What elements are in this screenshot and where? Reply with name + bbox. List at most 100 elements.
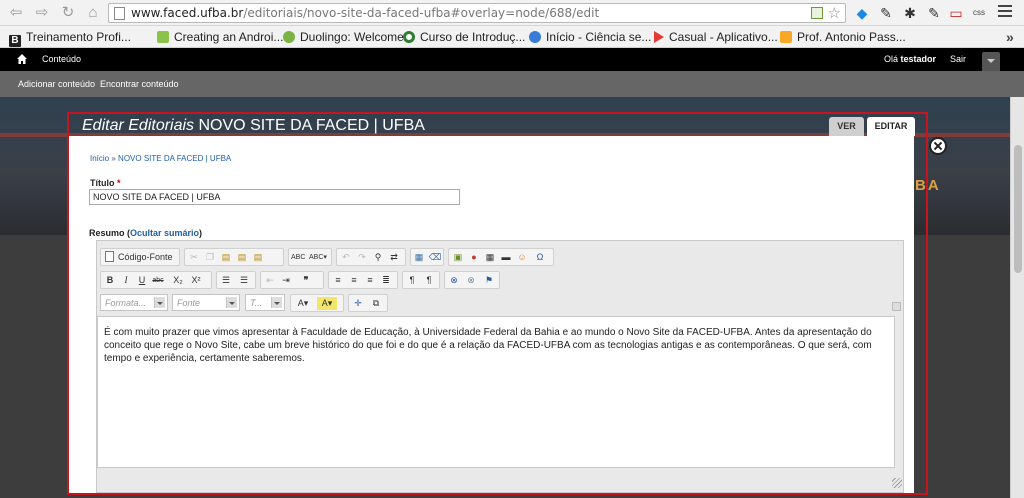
extension-drop-icon[interactable]: ◆ [853,4,871,22]
align-left-icon[interactable]: ≡ [331,274,345,287]
bug-icon[interactable]: ✱ [901,4,919,22]
address-bar[interactable]: www.faced.ufba.br/editoriais/novo-site-d… [108,3,846,23]
bold-button[interactable]: B [103,274,117,287]
spellcheck-dropdown-icon[interactable]: ABC▾ [309,251,327,264]
source-button[interactable]: Código-Fonte [105,251,173,262]
link-icon[interactable]: ⊗ [447,274,461,287]
blockquote-icon[interactable]: ❞ [299,274,313,287]
browser-toolbar: ⇦ ⇨ ↻ ⌂ www.faced.ufba.br/editoriais/nov… [0,0,1024,26]
undo-icon[interactable]: ↶ [339,251,353,264]
drawer-toggle-button[interactable] [982,52,1000,71]
rtl-icon[interactable]: ¶ [422,274,436,287]
bulleted-list-icon[interactable]: ☰ [237,274,251,287]
paste-text-icon[interactable]: ▤ [235,251,249,264]
home-icon[interactable]: ⌂ [83,3,103,23]
back-arrow-icon[interactable]: ⇦ [6,3,26,23]
bookmark-item[interactable]: Casual - Aplicativo... [654,29,778,45]
collapse-toolbar-button[interactable] [892,302,901,311]
paste-icon[interactable]: ▤ [219,251,233,264]
breadcrumb: Início » NOVO SITE DA FACED | UFBA [90,154,231,163]
user-greeting[interactable]: Olá testador [884,54,936,64]
bookmark-item[interactable]: B Treinamento Profi... [9,29,131,47]
font-select[interactable]: Fonte [172,294,240,311]
scrollbar-thumb[interactable] [1014,145,1022,273]
content-menu-link[interactable]: Conteúdo [42,54,81,64]
logout-link[interactable]: Sair [950,54,966,64]
bookmark-item[interactable]: Duolingo: Welcome [283,29,404,45]
eyedropper-icon[interactable]: ✎ [877,4,895,22]
align-justify-icon[interactable]: ≣ [379,274,393,287]
forward-arrow-icon[interactable]: ⇨ [32,3,52,23]
breadcrumb-separator: » [111,154,116,163]
format-select[interactable]: Formata... [100,294,168,311]
bookmark-item[interactable]: Prof. Antonio Pass... [780,29,906,45]
title-field-label: Título * [90,178,121,188]
special-char-icon[interactable]: Ω [533,251,547,264]
play-icon [654,31,664,43]
superscript-button[interactable]: X² [189,274,203,287]
bookmarks-overflow-icon[interactable]: » [1006,29,1014,45]
unlink-icon[interactable]: ⊗ [464,274,478,287]
page-scrollbar[interactable] [1010,97,1024,498]
replace-icon[interactable]: ⇄ [387,251,401,264]
undo-find-group: ↶ ↷ ⚲ ⇄ [336,248,406,266]
select-all-icon[interactable]: ▦ [412,251,426,264]
breadcrumb-current-link[interactable]: NOVO SITE DA FACED | UFBA [118,154,231,163]
window-icon[interactable]: ▭ [947,4,965,22]
bookmark-item[interactable]: Curso de Introduç... [403,29,525,45]
reload-icon[interactable]: ↻ [58,3,78,23]
size-select[interactable]: T... [245,294,285,311]
source-group: Código-Fonte [100,248,180,266]
anchor-flag-icon[interactable]: ⚑ [482,274,496,287]
css-icon[interactable]: css [970,4,988,22]
align-center-icon[interactable]: ≡ [347,274,361,287]
text-color-icon[interactable]: A▾ [293,297,313,310]
align-right-icon[interactable]: ≡ [363,274,377,287]
italic-button[interactable]: I [119,274,133,287]
hide-summary-link[interactable]: Ocultar sumário [130,228,199,238]
spellcheck-icon[interactable]: ABC [291,251,305,264]
table-icon[interactable]: ▦ [483,251,497,264]
indent-icon[interactable]: ⇥ [279,274,293,287]
breadcrumb-home-link[interactable]: Início [90,154,109,163]
bookmark-star-icon[interactable]: ☆ [828,4,841,22]
underline-button[interactable]: U [135,274,149,287]
find-icon[interactable]: ⚲ [371,251,385,264]
close-overlay-icon[interactable] [929,137,947,155]
numbered-list-icon[interactable]: ☰ [219,274,233,287]
redo-icon[interactable]: ↷ [355,251,369,264]
remove-format-icon[interactable]: ⌫ [428,251,442,264]
subscript-button[interactable]: X₂ [171,274,185,287]
shortcut-add-content[interactable]: Adicionar conteúdo [18,79,95,89]
smiley-icon[interactable]: ☺ [515,251,529,264]
circle-icon [403,31,415,43]
background-color-icon[interactable]: A▾ [317,297,337,310]
direction-group: ¶ ¶ [402,271,440,289]
title-input[interactable] [89,189,460,205]
browser-menu-icon[interactable] [998,5,1012,19]
dropper-icon[interactable]: ✎ [925,4,943,22]
horizontal-rule-icon[interactable]: ▬ [499,251,513,264]
image-icon[interactable]: ▣ [451,251,465,264]
resize-grip[interactable] [892,478,902,488]
cut-icon[interactable]: ✂ [187,251,201,264]
shortcut-find-content[interactable]: Encontrar conteúdo [100,79,179,89]
rss-icon[interactable] [811,7,823,19]
home-icon[interactable] [16,53,28,65]
maximize-icon[interactable]: ✛ [351,297,365,310]
paste-word-icon[interactable]: ▤ [251,251,265,264]
outdent-icon[interactable]: ⇤ [263,274,277,287]
tools-group: ✛ ⧉ [348,294,388,312]
bookmark-item[interactable]: Início - Ciência se... [529,29,651,45]
tab-edit[interactable]: EDITAR [867,117,915,136]
tab-view[interactable]: VER [829,117,864,136]
ltr-icon[interactable]: ¶ [405,274,419,287]
android-icon [157,31,169,43]
show-blocks-icon[interactable]: ⧉ [369,297,383,310]
bookmark-item[interactable]: Creating an Androi... [157,29,283,45]
strike-button[interactable]: abc [151,274,165,287]
flash-icon[interactable]: ● [467,251,481,264]
align-group: ≡ ≡ ≡ ≣ [328,271,398,289]
copy-icon[interactable]: ❐ [203,251,217,264]
editor-content-area[interactable]: É com muito prazer que vimos apresentar … [97,316,895,468]
